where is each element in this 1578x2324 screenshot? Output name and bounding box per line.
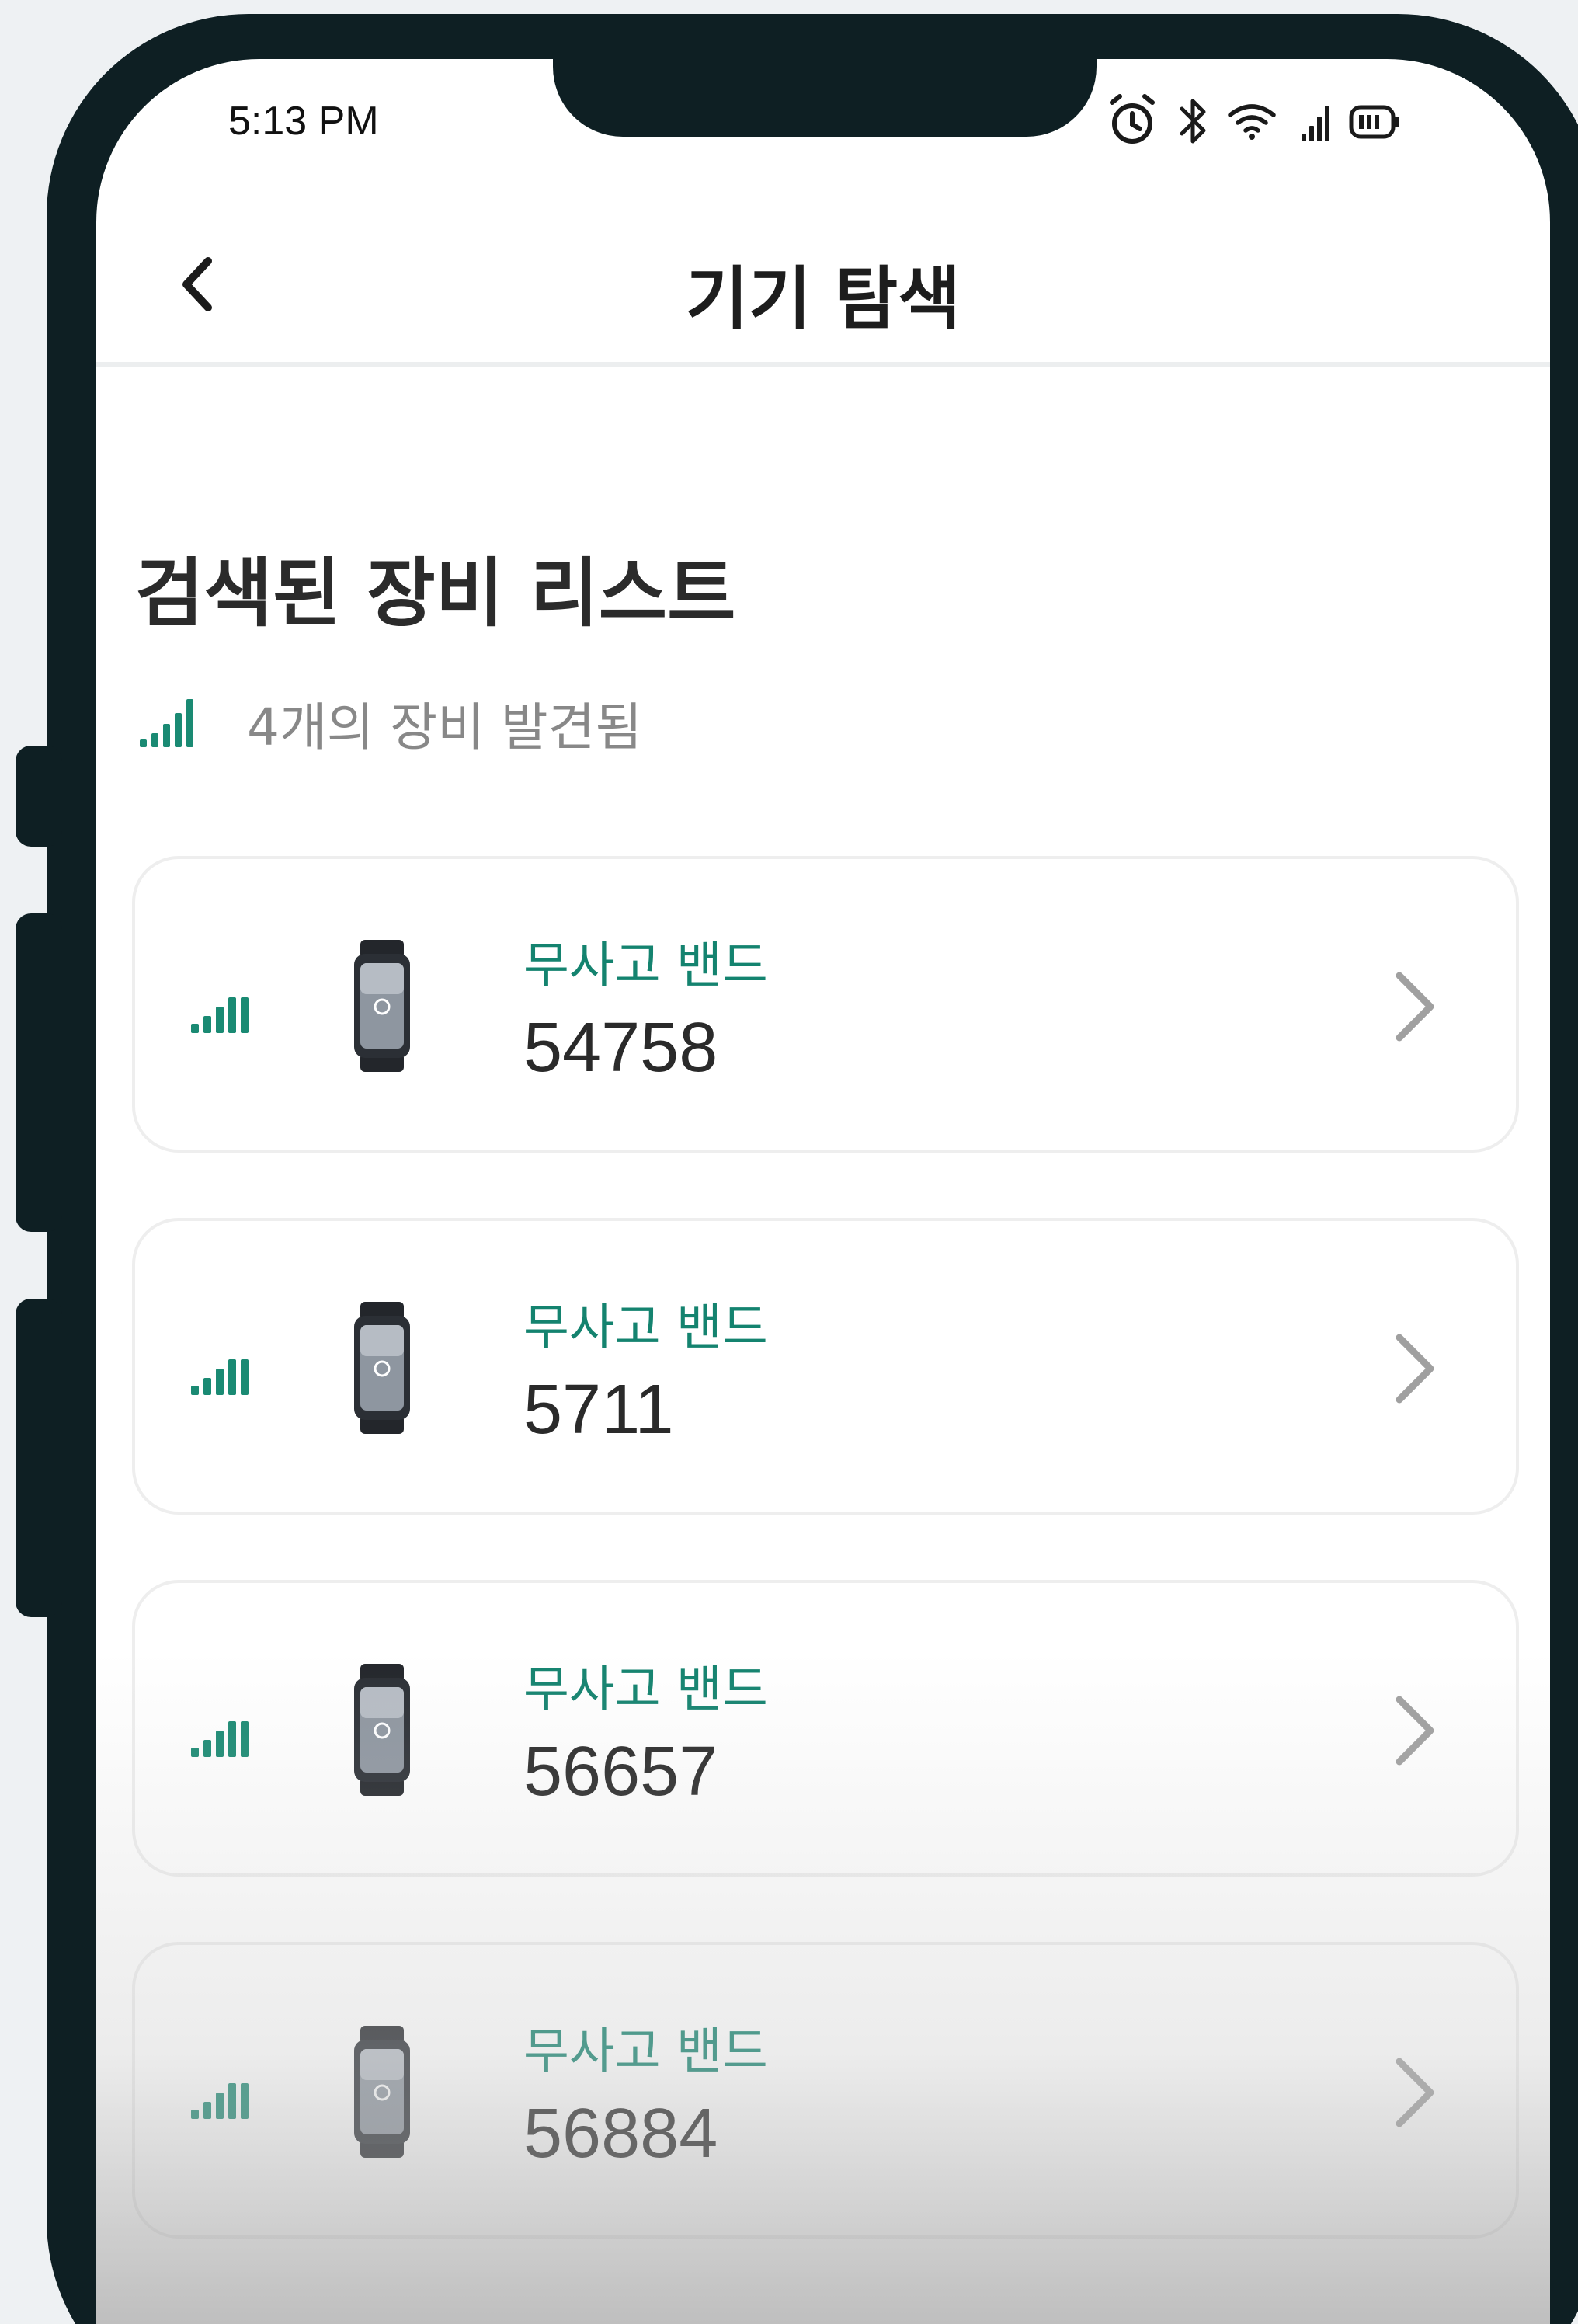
chevron-right-icon — [1396, 972, 1434, 1042]
phone-side-button — [16, 746, 62, 847]
device-list-title: 검색된 장비 리스트 — [135, 550, 736, 637]
smart-band-icon — [354, 1664, 410, 1796]
device-card[interactable]: 무사고 밴드 56884 — [132, 1942, 1519, 2239]
status-time: 5:13 PM — [228, 99, 379, 144]
chevron-right-icon — [1396, 1696, 1434, 1766]
signal-strength-icon — [191, 1721, 249, 1757]
device-name: 무사고 밴드 — [523, 2023, 768, 2081]
device-id: 54758 — [523, 1009, 718, 1087]
phone-screen: 5:13 PM 기기 탐색 검색된 장비 리스트 4개의 장비 발견됨 무사고 … — [96, 59, 1550, 2324]
device-name: 무사고 밴드 — [523, 938, 768, 995]
device-id: 5711 — [523, 1371, 674, 1449]
chevron-right-icon — [1396, 2058, 1434, 2127]
cellular-signal-icon — [1302, 106, 1329, 141]
found-status: 4개의 장비 발견됨 — [140, 688, 642, 758]
device-card[interactable]: 무사고 밴드 54758 — [132, 856, 1519, 1153]
smart-band-icon — [354, 1302, 410, 1434]
bluetooth-icon — [1180, 99, 1206, 144]
app-header: 기기 탐색 — [96, 214, 1550, 367]
chevron-right-icon — [1396, 1334, 1434, 1404]
signal-strength-icon — [191, 1359, 249, 1395]
device-id: 56657 — [523, 1733, 718, 1811]
device-card[interactable]: 무사고 밴드 5711 — [132, 1218, 1519, 1515]
phone-volume-up-button — [16, 913, 62, 1232]
smart-band-icon — [354, 940, 410, 1072]
status-icons — [1106, 90, 1525, 152]
found-count-text: 4개의 장비 발견됨 — [247, 698, 642, 757]
signal-strength-icon — [191, 2083, 249, 2119]
device-name: 무사고 밴드 — [523, 1299, 768, 1357]
alarm-icon — [1110, 94, 1155, 144]
device-card[interactable]: 무사고 밴드 56657 — [132, 1580, 1519, 1877]
wifi-icon — [1228, 104, 1276, 140]
camera-notch — [553, 59, 1097, 137]
device-id: 56884 — [523, 2095, 718, 2173]
smart-band-icon — [354, 2026, 410, 2158]
phone-volume-down-button — [16, 1299, 62, 1617]
device-name: 무사고 밴드 — [523, 1661, 768, 1719]
page-title: 기기 탐색 — [685, 259, 961, 339]
battery-icon — [1349, 105, 1399, 139]
signal-strength-icon — [191, 997, 249, 1033]
signal-strength-icon — [140, 699, 193, 747]
device-list: 무사고 밴드 54758 무사고 밴드 5711 무사고 밴드 56657 무사… — [132, 856, 1519, 2304]
